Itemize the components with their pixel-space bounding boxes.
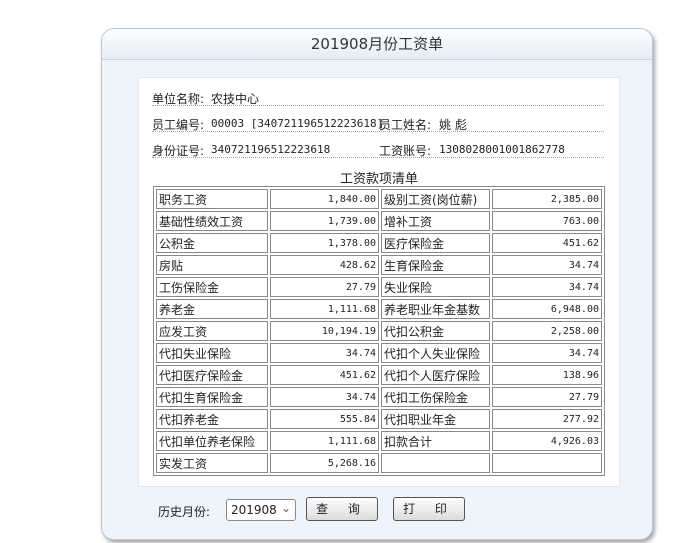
- item-value: 555.84: [269, 409, 379, 429]
- divider: [152, 131, 604, 132]
- item-value: 763.00: [492, 211, 602, 231]
- history-month-label: 历史月份:: [158, 505, 211, 519]
- print-button[interactable]: 打 印: [393, 497, 465, 521]
- item-value: 2,258.00: [492, 321, 602, 341]
- item-value: 451.62: [269, 365, 379, 385]
- employee-id-value: 00003 [340721196512223618]: [211, 117, 384, 130]
- item-name: 医疗保险金: [381, 233, 491, 253]
- item-name: 级别工资(岗位薪): [381, 189, 491, 209]
- item-name: 养老职业年金基数: [381, 299, 491, 319]
- item-value: 27.79: [269, 277, 379, 297]
- item-value: [492, 453, 602, 473]
- table-row: 公积金 1,378.00 医疗保险金 451.62: [156, 233, 602, 253]
- item-value: 34.74: [492, 277, 602, 297]
- item-name: 应发工资: [156, 321, 268, 341]
- item-name: 代扣生育保险金: [156, 387, 268, 407]
- item-name: 生育保险金: [381, 255, 491, 275]
- item-value: 1,111.68: [269, 431, 379, 451]
- table-row: 应发工资 10,194.19 代扣公积金 2,258.00: [156, 321, 602, 341]
- chevron-down-icon: ⌄: [280, 501, 291, 515]
- item-value: 34.74: [269, 343, 379, 363]
- item-name: 基础性绩效工资: [156, 211, 268, 231]
- item-value: 277.92: [492, 409, 602, 429]
- table-row: 代扣生育保险金 34.74 代扣工伤保险金 27.79: [156, 387, 602, 407]
- table-row: 实发工资 5,268.16: [156, 453, 602, 473]
- item-value: 4,926.03: [492, 431, 602, 451]
- item-name: 代扣工伤保险金: [381, 387, 491, 407]
- history-month-select[interactable]: 201908 ⌄: [226, 499, 296, 521]
- item-name: 代扣个人医疗保险: [381, 365, 491, 385]
- section-title: 工资款项清单: [339, 172, 418, 187]
- account-value: 1308028001001862778: [439, 143, 565, 156]
- table-row: 房贴 428.62 生育保险金 34.74: [156, 255, 602, 275]
- divider: [152, 157, 604, 158]
- table-row: 代扣养老金 555.84 代扣职业年金 277.92: [156, 409, 602, 429]
- item-name: 职务工资: [156, 189, 268, 209]
- item-value: 1,111.68: [269, 299, 379, 319]
- item-value: 6,948.00: [492, 299, 602, 319]
- item-name: [381, 453, 491, 473]
- query-button[interactable]: 查 询: [306, 497, 378, 521]
- item-name: 房贴: [156, 255, 268, 275]
- item-value: 428.62: [269, 255, 379, 275]
- item-name: 代扣失业保险: [156, 343, 268, 363]
- table-row: 基础性绩效工资 1,739.00 增补工资 763.00: [156, 211, 602, 231]
- table-row: 代扣单位养老保险 1,111.68 扣款合计 4,926.03: [156, 431, 602, 451]
- item-name: 代扣养老金: [156, 409, 268, 429]
- item-value: 34.74: [269, 387, 379, 407]
- payslip-content: 单位名称: 农技中心 员工编号: 00003 [3407211965122236…: [138, 77, 620, 487]
- item-name: 扣款合计: [381, 431, 491, 451]
- item-value: 138.96: [492, 365, 602, 385]
- item-name: 代扣医疗保险金: [156, 365, 268, 385]
- payslip-panel: 201908月份工资单 单位名称: 农技中心 员工编号: 00003 [3407…: [101, 28, 653, 540]
- item-name: 工伤保险金: [156, 277, 268, 297]
- item-name: 代扣单位养老保险: [156, 431, 268, 451]
- idcard-value: 340721196512223618: [211, 143, 331, 156]
- item-value: 1,739.00: [269, 211, 379, 231]
- footer-bar: 历史月份: 201908 ⌄ 查 询 打 印: [102, 496, 652, 526]
- item-value: 34.74: [492, 255, 602, 275]
- table-row: 工伤保险金 27.79 失业保险 34.74: [156, 277, 602, 297]
- item-name: 实发工资: [156, 453, 268, 473]
- history-month-value: 201908: [231, 503, 277, 517]
- table-row: 代扣失业保险 34.74 代扣个人失业保险 34.74: [156, 343, 602, 363]
- item-value: 451.62: [492, 233, 602, 253]
- item-value: 34.74: [492, 343, 602, 363]
- item-name: 代扣职业年金: [381, 409, 491, 429]
- item-name: 增补工资: [381, 211, 491, 231]
- table-row: 职务工资 1,840.00 级别工资(岗位薪) 2,385.00: [156, 189, 602, 209]
- item-value: 2,385.00: [492, 189, 602, 209]
- item-name: 养老金: [156, 299, 268, 319]
- table-row: 养老金 1,111.68 养老职业年金基数 6,948.00: [156, 299, 602, 319]
- divider: [152, 105, 604, 106]
- item-value: 1,840.00: [269, 189, 379, 209]
- table-row: 代扣医疗保险金 451.62 代扣个人医疗保险 138.96: [156, 365, 602, 385]
- page-title: 201908月份工资单: [102, 29, 652, 60]
- item-name: 失业保险: [381, 277, 491, 297]
- item-name: 代扣公积金: [381, 321, 491, 341]
- item-value: 1,378.00: [269, 233, 379, 253]
- salary-items-table: 职务工资 1,840.00 级别工资(岗位薪) 2,385.00 基础性绩效工资 1,73…: [153, 186, 605, 476]
- item-value: 27.79: [492, 387, 602, 407]
- item-name: 公积金: [156, 233, 268, 253]
- item-value: 10,194.19: [269, 321, 379, 341]
- item-value: 5,268.16: [269, 453, 379, 473]
- item-name: 代扣个人失业保险: [381, 343, 491, 363]
